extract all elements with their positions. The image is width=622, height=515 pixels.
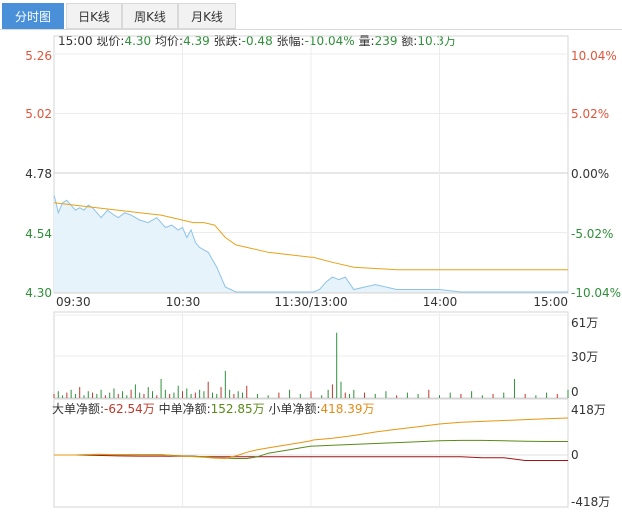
price-tick-label: 4.30 — [25, 286, 52, 300]
volume-tick-label: 30万 — [571, 350, 598, 364]
time-label: 11:30/13:00 — [274, 295, 347, 309]
big-order-label: 大单净额: — [52, 402, 105, 416]
volume-tick-label: 61万 — [571, 316, 598, 330]
pct-tick-label: -5.02% — [571, 227, 613, 241]
flow-tick-label: -418万 — [571, 495, 610, 509]
volume-tick-label: 0 — [571, 385, 579, 399]
price-tick-label: 5.02 — [25, 107, 52, 121]
time-label: 15:00 — [533, 295, 568, 309]
intraday-chart: 5.26 5.02 4.78 4.54 4.30 10.04% 5.02% 0.… — [25, 35, 621, 509]
pct-tick-label: 10.04% — [571, 49, 617, 63]
flow-tick-label: 0 — [571, 448, 579, 462]
price-tick-label: 5.26 — [25, 49, 52, 63]
time-label: 14:00 — [423, 295, 458, 309]
time-label: 09:30 — [56, 295, 91, 309]
big-order-value: -62.54万 — [104, 402, 155, 416]
pct-tick-label: 5.02% — [571, 107, 609, 121]
mid-order-value: 152.85万 — [210, 402, 265, 416]
pct-tick-label: -10.04% — [571, 286, 621, 300]
time-label: 10:30 — [166, 295, 201, 309]
price-tick-label: 4.78 — [25, 167, 52, 181]
fund-flow-legend: 大单净额:-62.54万 中单净额:152.85万 小单净额:418.39万 — [52, 401, 374, 417]
small-order-label: 小单净额: — [268, 402, 321, 416]
pct-tick-label: 0.00% — [571, 167, 609, 181]
small-order-value: 418.39万 — [320, 402, 375, 416]
price-right-axis: 10.04% 5.02% 0.00% -5.02% -10.04% — [571, 49, 621, 300]
flow-tick-label: 418万 — [571, 403, 606, 417]
price-tick-label: 4.54 — [25, 227, 52, 241]
volume-grid — [54, 312, 568, 398]
price-left-axis: 5.26 5.02 4.78 4.54 4.30 — [25, 49, 52, 300]
mid-order-label: 中单净额: — [158, 402, 211, 416]
